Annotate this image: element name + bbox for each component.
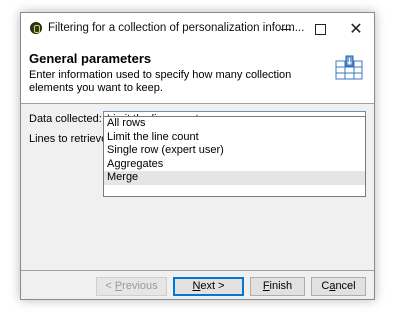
wizard-header: General parameters Enter information use…: [21, 45, 374, 103]
next-button[interactable]: Next >: [173, 277, 244, 296]
finish-label-post: inish: [269, 280, 293, 292]
app-icon: [30, 22, 42, 34]
finish-button[interactable]: Finish: [250, 277, 305, 296]
lines-to-retrieve-label: Lines to retrieve:: [29, 133, 111, 145]
list-item-aggregates[interactable]: Aggregates: [104, 158, 365, 172]
page-title: General parameters: [29, 51, 152, 66]
maximize-button[interactable]: [303, 13, 337, 45]
maximize-icon: [314, 23, 326, 35]
data-collected-label: Data collected:: [29, 113, 102, 125]
previous-label-pre: <: [105, 280, 115, 292]
cancel-label-post: ncel: [335, 280, 356, 292]
list-item-single-row[interactable]: Single row (expert user): [104, 144, 365, 158]
close-button[interactable]: ✕: [339, 13, 373, 45]
header-divider: [21, 103, 374, 104]
previous-button[interactable]: < Previous: [96, 277, 167, 296]
list-item-limit-line-count[interactable]: Limit the line count: [104, 131, 365, 145]
cancel-button[interactable]: Cancel: [311, 277, 366, 296]
list-item-all-rows[interactable]: All rows: [104, 117, 365, 131]
minimize-icon: [281, 28, 291, 30]
title-bar[interactable]: Filtering for a collection of personaliz…: [21, 13, 374, 45]
dropdown-list[interactable]: All rows Limit the line count Single row…: [103, 116, 366, 197]
footer-divider: [21, 270, 374, 271]
window-title: Filtering for a collection of personaliz…: [48, 22, 305, 34]
data-table-icon: [335, 55, 363, 80]
finish-mnemonic: F: [262, 280, 270, 292]
close-icon: ✕: [349, 21, 363, 38]
previous-label-post: revious: [122, 280, 158, 292]
dialog-window: Filtering for a collection of personaliz…: [20, 12, 375, 300]
minimize-button[interactable]: [269, 13, 303, 45]
next-label-post: ext >: [200, 280, 225, 292]
list-item-merge[interactable]: Merge: [104, 171, 365, 185]
page-description: Enter information used to specify how ma…: [29, 69, 292, 94]
